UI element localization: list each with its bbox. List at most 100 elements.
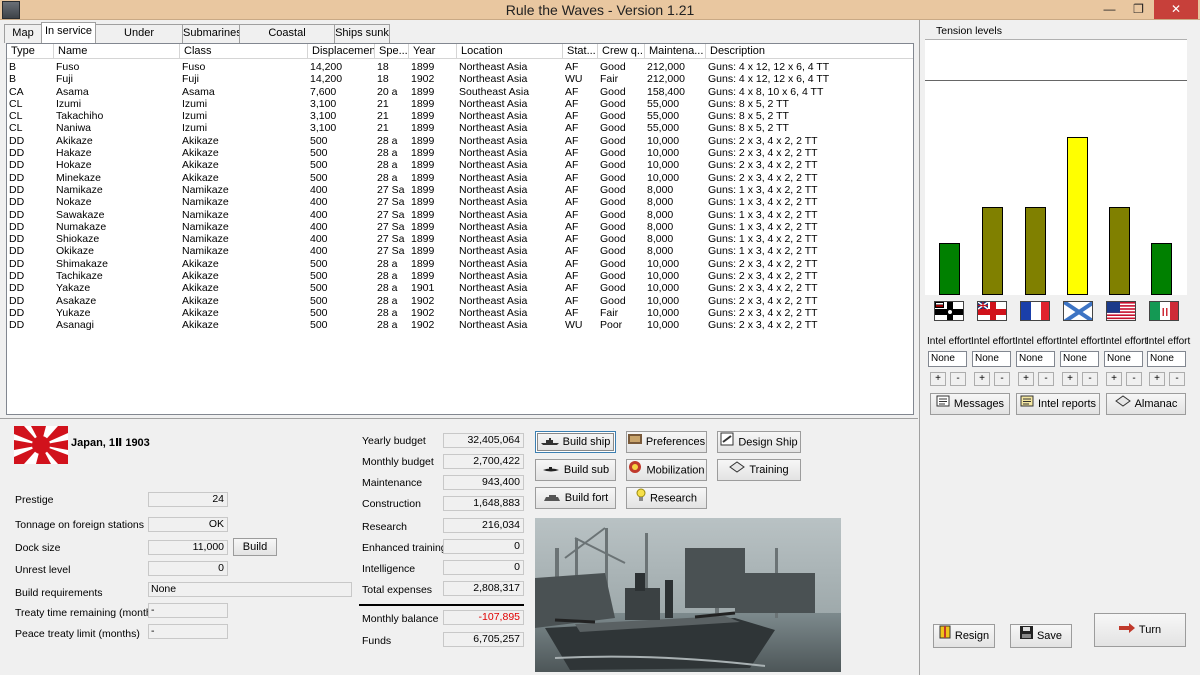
lightbulb-icon — [636, 488, 646, 509]
turn-button[interactable]: Turn — [1094, 613, 1186, 647]
cell-location: Northeast Asia — [459, 282, 528, 295]
tension-bar-french — [1024, 206, 1046, 295]
cell-crew-quality: Good — [600, 196, 626, 209]
intel-plus-italy[interactable]: + — [1149, 372, 1165, 386]
tab-in-service[interactable]: In service — [41, 22, 96, 43]
intel-plus-usa[interactable]: + — [1106, 372, 1122, 386]
intel-plus-france[interactable]: + — [1018, 372, 1034, 386]
ship-list[interactable]: Type Name Class Displacement Spe... Year… — [6, 43, 914, 415]
table-row[interactable]: DD Nokaze Namikaze 400 27 Sa 1899 Northeast As… — [7, 196, 913, 208]
table-row[interactable]: DD Hakaze Akikaze 500 28 a 1899 Northeast Asia… — [7, 147, 913, 159]
cell-status: AF — [565, 282, 579, 295]
table-row[interactable]: DD Yakaze Akikaze 500 28 a 1901 Northeast Asia… — [7, 282, 913, 294]
build-sub-button[interactable]: Build sub — [535, 459, 616, 481]
funds-label: Funds — [362, 635, 392, 647]
build-ship-button[interactable]: Build ship — [535, 431, 616, 453]
build-fort-button[interactable]: Build fort — [535, 487, 616, 509]
tab-coastal-fortifications[interactable]: Coastal fortifications — [239, 24, 335, 56]
table-row[interactable]: DD Sawakaze Namikaze 400 27 Sa 1899 Northeast … — [7, 209, 913, 221]
column-location[interactable]: Location — [457, 44, 563, 59]
cell-location: Northeast Asia — [459, 97, 528, 110]
table-row[interactable]: DD Asakaze Akikaze 500 28 a 1902 Northeast Asi… — [7, 295, 913, 307]
column-crew-quality[interactable]: Crew q... — [598, 44, 645, 59]
column-displacement[interactable]: Displacement — [308, 44, 375, 59]
maintenance-label: Maintenance — [362, 477, 423, 489]
resign-button[interactable]: Resign — [933, 624, 995, 648]
column-class[interactable]: Class — [180, 44, 308, 59]
table-row[interactable]: DD Numakaze Namikaze 400 27 Sa 1899 Northeast … — [7, 221, 913, 233]
table-row[interactable]: DD Minekaze Akikaze 500 28 a 1899 Northeast As… — [7, 172, 913, 184]
table-row[interactable]: DD Okikaze Namikaze 400 27 Sa 1899 Northeast A… — [7, 245, 913, 257]
training-button[interactable]: Training — [717, 459, 801, 481]
intel-effort-france[interactable]: None — [1016, 351, 1055, 367]
cell-year: 1899 — [411, 147, 435, 160]
cell-status: AF — [565, 134, 579, 147]
intel-minus-britain[interactable]: - — [994, 372, 1010, 386]
tab-map[interactable]: Map — [4, 24, 42, 43]
design-ship-button[interactable]: Design Ship — [717, 431, 801, 453]
intel-minus-italy[interactable]: - — [1169, 372, 1185, 386]
intel-plus-russia[interactable]: + — [1062, 372, 1078, 386]
cell-location: Northeast Asia — [459, 171, 528, 184]
dock-build-button[interactable]: Build — [233, 538, 277, 556]
intel-effort-italy[interactable]: None — [1147, 351, 1186, 367]
cell-year: 1899 — [411, 122, 435, 135]
column-year[interactable]: Year — [409, 44, 457, 59]
table-row[interactable]: CL Izumi Izumi 3,100 21 1899 Northeast Asia AF G… — [7, 98, 913, 110]
column-type[interactable]: Type — [7, 44, 54, 59]
minimize-button[interactable]: — — [1096, 0, 1123, 19]
preferences-button[interactable]: Preferences — [626, 431, 707, 453]
cell-status: AF — [565, 147, 579, 160]
almanac-button[interactable]: Almanac — [1106, 393, 1186, 415]
save-button[interactable]: Save — [1010, 624, 1072, 648]
cell-crew-quality: Good — [600, 245, 626, 258]
cell-displacement: 500 — [310, 257, 328, 270]
intel-plus-germany[interactable]: + — [930, 372, 946, 386]
tab-under-construction[interactable]: Under construction — [95, 24, 183, 56]
intel-effort-britain[interactable]: None — [972, 351, 1011, 367]
mobilization-button[interactable]: Mobilization — [626, 459, 707, 481]
table-row[interactable]: DD Tachikaze Akikaze 500 28 a 1899 Northeast A… — [7, 270, 913, 282]
table-row[interactable]: B Fuso Fuso 14,200 18 1899 Northeast Asia AF Goo… — [7, 61, 913, 73]
cell-description: Guns: 8 x 5, 2 TT — [708, 110, 789, 123]
tab-ships-sunk[interactable]: Ships sunk — [334, 24, 390, 43]
table-row[interactable]: DD Shiokaze Namikaze 400 27 Sa 1899 Northeast … — [7, 233, 913, 245]
column-status[interactable]: Stat... — [563, 44, 598, 59]
table-row[interactable]: CL Naniwa Izumi 3,100 21 1899 Northeast Asia AF… — [7, 122, 913, 134]
intel-effort-usa[interactable]: None — [1104, 351, 1143, 367]
table-row[interactable]: DD Shimakaze Akikaze 500 28 a 1899 Northeast A… — [7, 258, 913, 270]
cell-displacement: 500 — [310, 147, 328, 160]
intel-minus-germany[interactable]: - — [950, 372, 966, 386]
table-row[interactable]: CL Takachiho Izumi 3,100 21 1899 Northeast Asi… — [7, 110, 913, 122]
column-name[interactable]: Name — [54, 44, 180, 59]
research-button[interactable]: Research — [626, 487, 707, 509]
close-button[interactable]: ✕ — [1154, 0, 1198, 19]
intel-plus-britain[interactable]: + — [974, 372, 990, 386]
cell-year: 1902 — [411, 294, 435, 307]
table-row[interactable]: DD Namikaze Namikaze 400 27 Sa 1899 Northeast … — [7, 184, 913, 196]
intel-effort-label-2: Intel effort — [971, 336, 1016, 347]
intel-reports-button[interactable]: Intel reports — [1016, 393, 1100, 415]
cell-class: Izumi — [182, 110, 208, 123]
column-maintenance[interactable]: Maintena... — [645, 44, 706, 59]
intel-effort-label-6: Intel effort — [1146, 336, 1191, 347]
intel-minus-russia[interactable]: - — [1082, 372, 1098, 386]
table-row[interactable]: CA Asama Asama 7,600 20 a 1899 Southeast Asia A… — [7, 86, 913, 98]
column-description[interactable]: Description — [706, 44, 913, 59]
cell-status: AF — [565, 306, 579, 319]
table-row[interactable]: DD Hokaze Akikaze 500 28 a 1899 Northeast Asia… — [7, 159, 913, 171]
intel-effort-germany[interactable]: None — [928, 351, 967, 367]
intel-minus-usa[interactable]: - — [1126, 372, 1142, 386]
intel-minus-france[interactable]: - — [1038, 372, 1054, 386]
table-row[interactable]: B Fuji Fuji 14,200 18 1902 Northeast Asia WU Fai… — [7, 73, 913, 85]
tab-submarines[interactable]: Submarines — [182, 24, 242, 43]
column-speed[interactable]: Spe... — [375, 44, 409, 59]
intel-effort-russia[interactable]: None — [1060, 351, 1099, 367]
maximize-button[interactable]: ❐ — [1125, 0, 1152, 19]
messages-button[interactable]: Messages — [930, 393, 1010, 415]
table-row[interactable]: DD Akikaze Akikaze 500 28 a 1899 Northeast Asi… — [7, 135, 913, 147]
cell-displacement: 500 — [310, 294, 328, 307]
table-row[interactable]: DD Yukaze Akikaze 500 28 a 1902 Northeast Asia… — [7, 307, 913, 319]
table-row[interactable]: DD Asanagi Akikaze 500 28 a 1902 Northeast Asi… — [7, 319, 913, 331]
cell-location: Northeast Asia — [459, 122, 528, 135]
